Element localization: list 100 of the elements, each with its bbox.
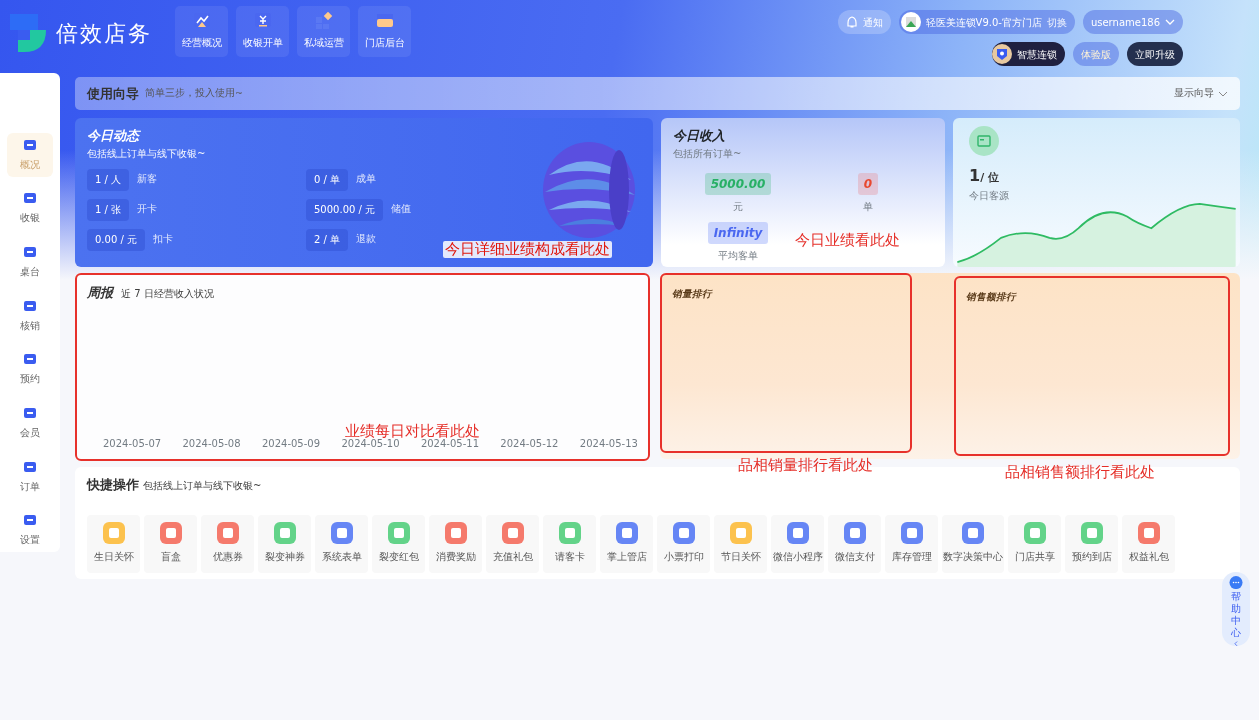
quick-action[interactable]: 预约到店 [1065,514,1118,573]
metric-label: 元 [733,199,743,214]
axis-label: 2024-05-13 [579,437,638,451]
sidebar-item[interactable]: 设置 [7,508,53,552]
order-count: 0 [857,172,879,195]
logo-text: 倍效店务 [56,19,152,48]
card-title: 今日收入 [673,127,726,145]
sidebar-item[interactable]: 订单 [7,454,53,499]
stat-value: 0 / 单 [306,168,349,191]
quick-action[interactable]: 微信小程序 [771,514,824,573]
card-subtitle: 包括线上订单与线下收银~ [87,146,207,161]
annotation-text: 今日详细业绩构成看此处 [443,241,612,258]
stat-value: 2 / 单 [306,228,349,251]
guide-title: 使用向导 [87,84,139,103]
axis-label: 2024-05-11 [420,438,479,451]
sidebar-item[interactable]: 预约 [7,347,53,392]
stat-value: 1 / 张 [87,198,130,221]
sidebar-item[interactable]: 核销 [7,293,53,338]
axis-label: 2024-05-08 [182,437,241,451]
average-value: Infinity [707,221,769,244]
stat-label: 退款 [356,232,377,247]
quick-action[interactable]: 门店共享 [1008,514,1061,573]
quick-action[interactable]: 数字决策中心 [942,514,1004,573]
square-icon [23,405,37,420]
axis-label: 2024-05-09 [261,437,321,451]
stat-label: 开卡 [137,202,158,217]
nav-tab[interactable]: 经营概况 [175,6,228,57]
axis-label: 2024-05-12 [500,437,559,451]
amount-value: 5000.00 [704,172,772,195]
square-icon [23,137,37,152]
axis-label: 2024-05-10 [341,438,400,451]
annotation-text: 业绩每日对比看此处 [345,424,480,439]
logo-icon [10,14,48,52]
upgrade-button[interactable]: 立即升级 [1127,42,1183,66]
square-icon [23,245,37,260]
quick-action[interactable]: 裂变红包 [372,514,425,573]
visitor-label: 今日客源 [969,189,1010,203]
guide-subtitle: 简单三步，投入使用~ [145,86,243,101]
bell-icon [845,15,858,29]
blocks-icon [314,12,333,31]
square-icon [23,191,37,206]
card-title: 今日动态 [87,127,142,145]
quick-action[interactable]: 库存管理 [885,514,938,573]
stat-label: 成单 [356,172,377,187]
annotation-text: 品相销售额排行看此处 [1005,465,1155,480]
quick-action[interactable]: 盲盒 [144,514,197,573]
quick-action[interactable]: 充值礼包 [486,514,539,573]
quick-action[interactable]: 裂变神券 [258,514,311,573]
help-label: 帮助中心 [1230,591,1242,639]
show-guide-toggle[interactable]: 显示向导 [1174,86,1228,101]
stat-value: 0.00 / 元 [87,228,145,251]
stat-label: 扣卡 [153,232,173,247]
quick-action[interactable]: 节日关怀 [714,514,767,573]
card-subtitle: 包括所有订单~ [673,146,743,161]
card-title: 周报 [87,284,113,302]
chevron-down-icon [1165,18,1175,26]
card-title: 快捷操作 [87,476,139,494]
sidebar-item[interactable]: 收银 [7,186,53,231]
plan-badge: 智慧连锁 [992,42,1065,66]
chevron-down-icon [1218,89,1228,98]
square-icon [23,513,37,528]
quick-action[interactable]: 权益礼包 [1122,514,1175,573]
stat-value: 5000.00 / 元 [306,198,384,221]
quick-action[interactable]: 掌上管店 [600,514,653,573]
image-icon [900,12,921,32]
visitor-count: 1 [969,165,981,187]
quick-action[interactable]: 优惠券 [201,514,254,573]
sidebar-item[interactable]: 会员 [7,401,53,445]
quick-action[interactable]: 生日关怀 [87,514,140,573]
card-title: 销量排行 [672,287,714,301]
help-center-button[interactable]: 帮助中心 [1222,572,1250,646]
nav-tab[interactable]: 收银开单 [236,6,289,57]
card-title: 销售额排行 [966,290,1018,304]
metric-label: 平均客单 [718,248,758,263]
nav-tab[interactable]: 门店后台 [358,6,411,57]
trial-badge: 体验版 [1073,42,1119,66]
axis-label: 2024-05-07 [103,437,162,451]
sidebar-item[interactable]: 桌台 [7,240,53,284]
annotation-text: 今日业绩看此处 [795,233,900,248]
metric-label: 单 [863,199,873,214]
visitor-unit: / 位 [980,171,999,186]
quick-action[interactable]: 请客卡 [543,514,596,573]
chevron-left-icon [1232,640,1240,646]
stat-label: 储值 [391,202,412,217]
square-icon [23,298,37,313]
store-name: 轻医美连锁V9.0-官方门店 [925,15,1042,30]
square-icon [23,459,37,474]
square-icon [23,352,37,367]
card-subtitle: 近 7 日经营收入状况 [121,287,214,301]
quick-action[interactable]: 系统表单 [315,514,368,573]
quick-action[interactable]: 小票打印 [657,514,710,573]
stat-label: 新客 [137,172,158,187]
card-subtitle: 包括线上订单与线下收银~ [143,479,262,493]
id-card-icon [969,126,999,156]
annotation-text: 品相销量排行看此处 [738,458,873,473]
quick-action[interactable]: 微信支付 [828,514,881,573]
shield-icon [992,44,1012,64]
stat-value: 1 / 人 [87,168,130,191]
quick-action[interactable]: 消费奖励 [429,514,482,573]
nav-tab[interactable]: 私域运营 [297,6,350,57]
